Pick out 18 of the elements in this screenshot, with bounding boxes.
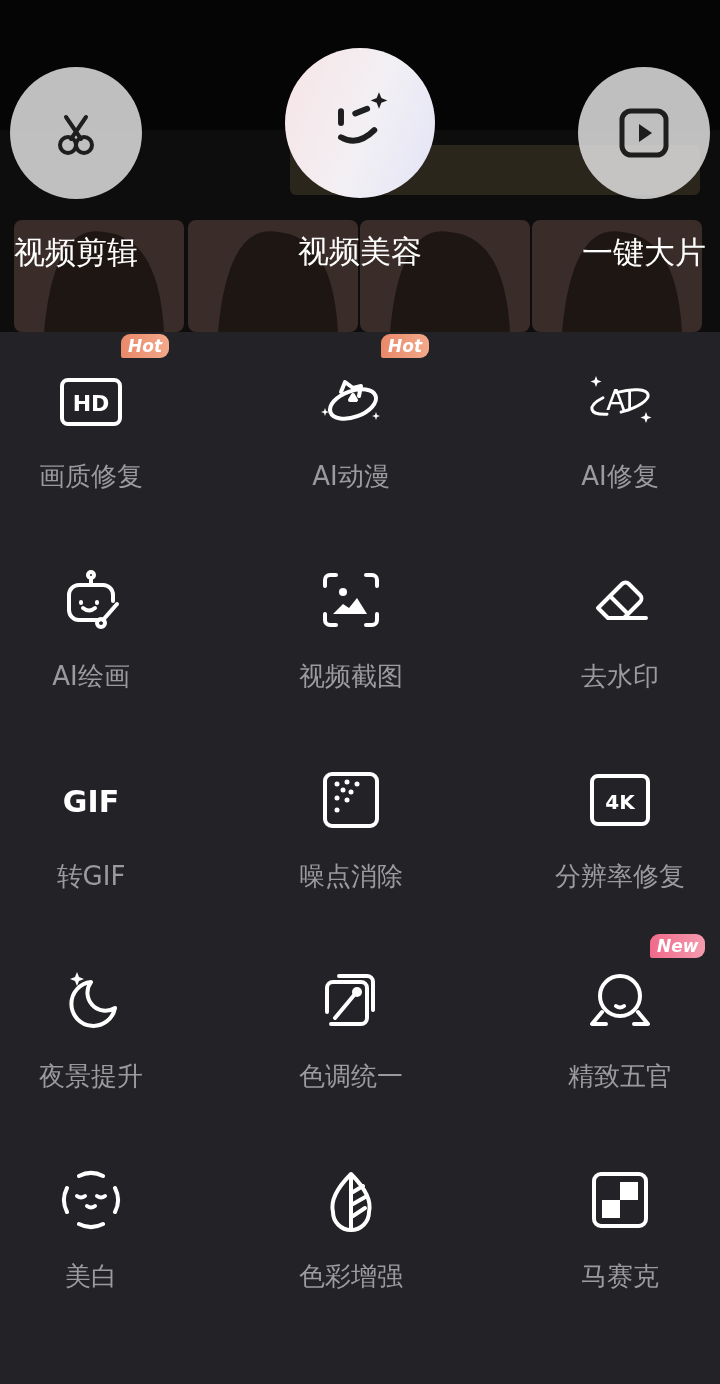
tag-badge: New [650, 934, 706, 959]
beauty-icon [59, 1168, 123, 1232]
tool-item[interactable]: AI绘画 [0, 568, 182, 768]
tool-item[interactable]: 视频截图 [182, 568, 520, 768]
tool-button[interactable]: 视频美容 [285, 0, 435, 270]
tool-button[interactable]: 一键大片 [578, 0, 710, 270]
tool-item[interactable]: 美白 [0, 1168, 182, 1368]
tool-item[interactable]: GIF 转GIF [0, 768, 182, 968]
tool-item[interactable]: 噪点消除 [182, 768, 520, 968]
tool-item[interactable]: 马赛克 [520, 1168, 720, 1368]
tool-button[interactable]: 视频剪辑 [10, 0, 142, 270]
tool-item[interactable]: 色彩增强 [182, 1168, 520, 1368]
tag-badge: Hot [381, 334, 430, 359]
tool-item[interactable]: 夜景提升 [0, 968, 182, 1168]
tool-item[interactable]: 色调统一 [182, 968, 520, 1168]
tag-badge: Hot [121, 334, 170, 359]
gif-icon: GIF [59, 768, 123, 832]
tool-item[interactable]: 去水印 [520, 568, 720, 768]
